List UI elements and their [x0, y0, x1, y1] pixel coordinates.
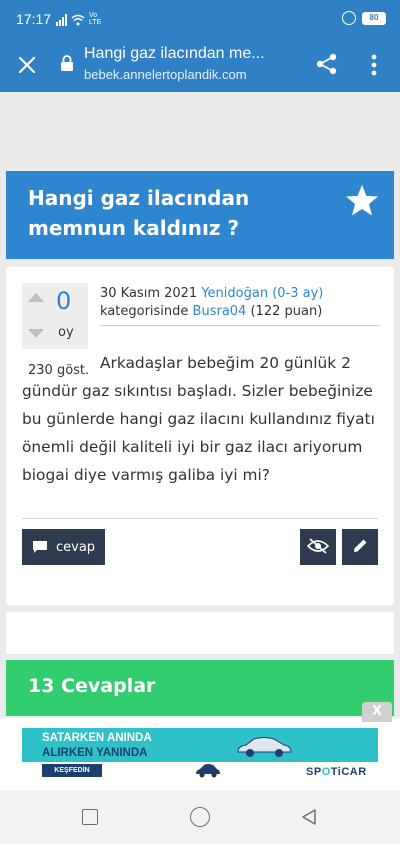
vote-unit: oy [58, 325, 74, 340]
author-link[interactable]: Busra04 [193, 304, 247, 319]
category-suffix: kategorisinde [100, 304, 189, 319]
battery-level: 80 [363, 12, 385, 24]
vote-box: 0 oy [22, 283, 88, 349]
lock-icon [61, 55, 73, 71]
answer-button[interactable]: cevap [22, 529, 105, 565]
ad-close-button[interactable]: X [362, 702, 392, 722]
comment-icon [33, 541, 47, 553]
browser-toolbar: Hangi gaz ilacından me... bebek.annelert… [0, 40, 400, 92]
answer-button-label: cevap [56, 539, 96, 555]
question-title: Hangi gaz ilacından memnun kaldınız ? [28, 186, 250, 240]
rotation-lock-icon [342, 11, 356, 25]
edit-button[interactable] [342, 529, 378, 565]
navigation-bar [0, 790, 400, 844]
star-icon[interactable] [344, 183, 380, 219]
question-date: 30 Kasım 2021 [100, 286, 198, 301]
ad-line1: SATARKEN ANINDA [42, 732, 152, 744]
car-icon [237, 737, 292, 757]
pencil-icon [354, 539, 367, 552]
ad-line2: ALIRKEN YANINDA [42, 747, 148, 759]
vote-count: 0 [56, 287, 72, 315]
ad-cta-button[interactable]: KEŞFEDİN [42, 764, 102, 777]
question-card: 0 oy 230 göst. 30 Kasım 2021 Yenidoğan (… [6, 267, 394, 605]
home-icon[interactable] [190, 807, 210, 827]
battery-icon: 80 [362, 11, 386, 25]
question-body-text: Arkadaşlar bebeğim 20 günlük 2 gündür ga… [22, 354, 375, 484]
divider [22, 518, 378, 519]
wifi-icon [71, 14, 85, 26]
question-body: Arkadaşlar bebeğim 20 günlük 2 gündür ga… [22, 349, 382, 489]
more-vertical-icon[interactable] [364, 50, 384, 80]
signal-icon [56, 14, 67, 26]
close-icon[interactable] [14, 52, 40, 78]
status-right: 80 [342, 11, 386, 25]
question-header: Hangi gaz ilacından memnun kaldınız ? [6, 171, 394, 259]
status-bar: 17:17 Vo LTE 80 [0, 0, 400, 40]
status-icons: Vo LTE [56, 12, 103, 26]
hide-button[interactable] [300, 529, 336, 565]
question-meta: 30 Kasım 2021 Yenidoğan (0-3 ay) kategor… [100, 285, 380, 326]
share-icon[interactable] [314, 51, 340, 77]
eye-off-icon [306, 537, 330, 554]
empty-card [6, 612, 394, 654]
page-url[interactable]: bebek.annelertoplandik.com [84, 67, 247, 82]
answers-header: 13 Cevaplar [6, 660, 394, 716]
volte-label: Vo LTE [89, 12, 102, 26]
category-link[interactable]: Yenidoğan (0-3 ay) [201, 286, 323, 301]
vote-down-icon[interactable] [28, 329, 44, 338]
page-title: Hangi gaz ilacından me... [84, 45, 265, 62]
car-icon-small [196, 764, 220, 778]
status-time: 17:17 [16, 11, 52, 27]
author-points: (122 puan) [250, 304, 323, 319]
vote-up-icon[interactable] [28, 293, 44, 302]
ad-banner[interactable]: SATARKEN ANINDA ALIRKEN YANINDA KEŞFEDİN… [22, 728, 378, 784]
answers-title: 13 Cevaplar [28, 675, 156, 697]
back-icon[interactable] [300, 808, 318, 826]
recent-apps-icon[interactable] [82, 809, 98, 825]
ad-brand-logo: SPOTiCAR [306, 766, 367, 778]
